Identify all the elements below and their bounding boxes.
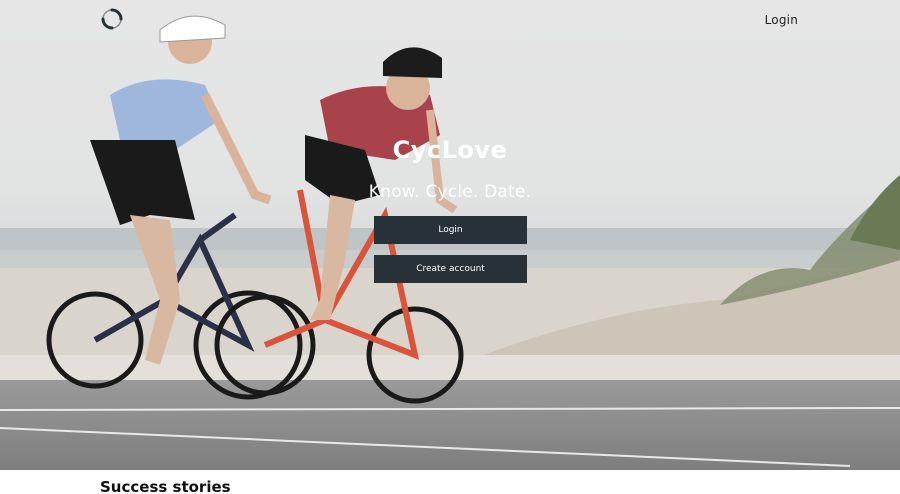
login-button[interactable]: Login	[374, 216, 527, 244]
nav-login-link[interactable]: Login	[765, 13, 798, 27]
tagline: Know. Cycle. Date.	[368, 182, 532, 202]
create-account-button[interactable]: Create account	[374, 255, 527, 283]
success-stories-heading: Success stories	[100, 478, 231, 494]
brand-title: CycLove	[392, 136, 508, 164]
logo-icon[interactable]	[100, 7, 124, 31]
